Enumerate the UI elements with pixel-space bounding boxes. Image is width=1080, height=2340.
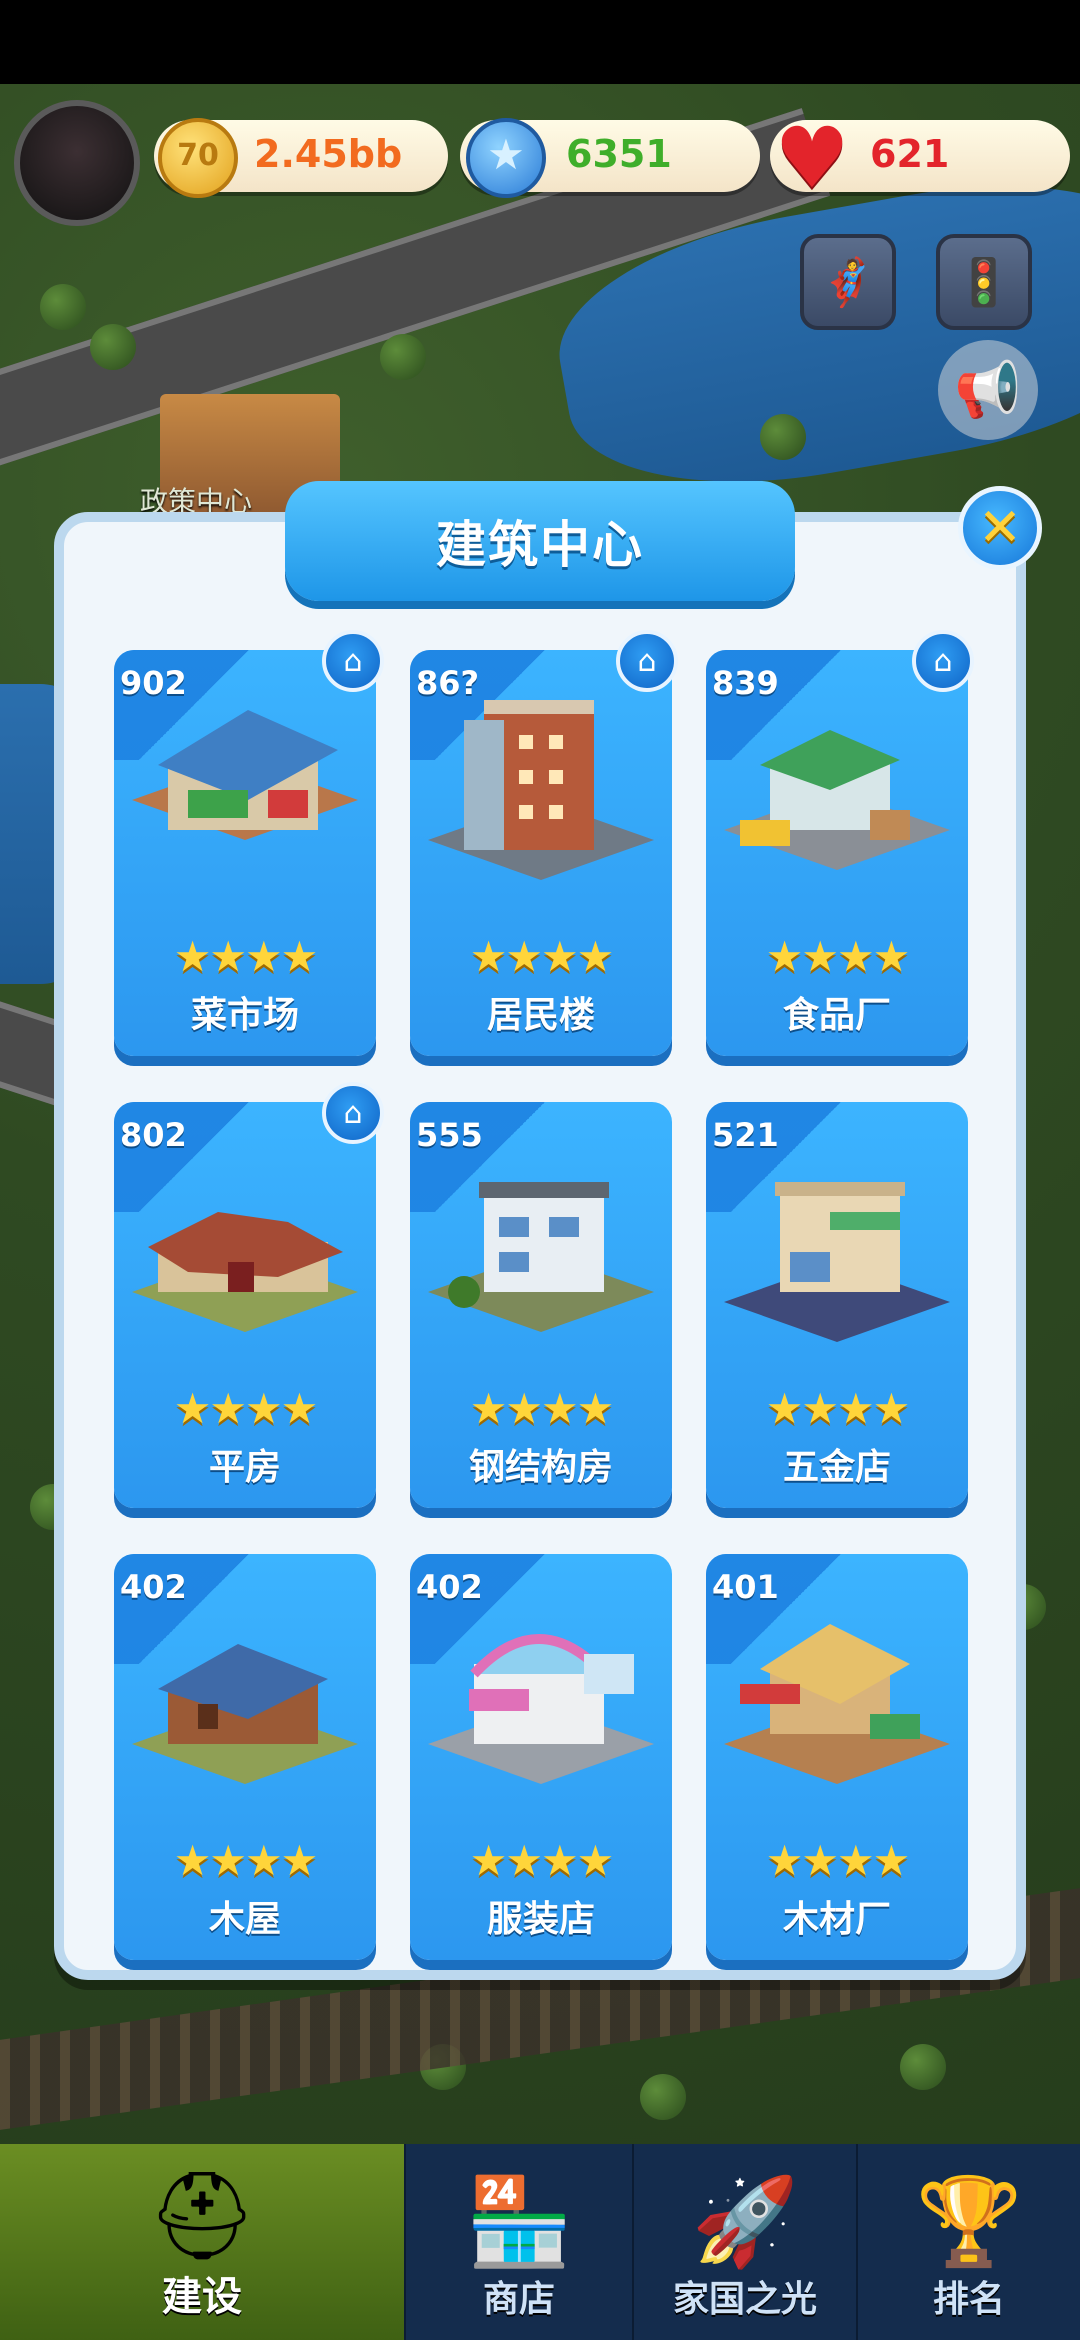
building-card[interactable]: 402 ★★★★ 木屋: [114, 1554, 376, 1960]
building-card[interactable]: 402 ★★★★ 服装店: [410, 1554, 672, 1960]
star-rating: ★★★★: [173, 1836, 319, 1885]
star-rating: ★★★★: [765, 1836, 911, 1885]
tab-ranking-label: 排名: [932, 2279, 1005, 2320]
tree: [380, 334, 426, 380]
building-card[interactable]: 902 ★★★★ 菜市场: [114, 650, 376, 1056]
clothing-store-illustration: [428, 1634, 654, 1784]
tab-build[interactable]: ⛑ 建设: [0, 2144, 404, 2340]
tree: [90, 324, 136, 370]
home-icon: ⌂: [322, 630, 384, 692]
lumber-mill-illustration: [724, 1624, 950, 1784]
tab-national-glory-label: 家国之光: [672, 2279, 817, 2320]
tree: [760, 414, 806, 460]
tab-build-label: 建设: [162, 2274, 242, 2320]
hard-hat-icon: ⛑: [147, 2166, 257, 2266]
tab-ranking[interactable]: 🏆 排名: [858, 2144, 1080, 2340]
hardware-store-illustration: [724, 1182, 950, 1342]
building-card[interactable]: 521 ★★★★ 五金店: [706, 1102, 968, 1508]
star-rating: ★★★★: [469, 1384, 615, 1433]
star-rating: ★★★★: [173, 1384, 319, 1433]
tab-shop[interactable]: 🏪 商店: [406, 2144, 632, 2340]
gem-icon: [466, 118, 546, 198]
building-card[interactable]: 802 ★★★★ 平房: [114, 1102, 376, 1508]
building-card[interactable]: 555 ★★★★ 钢结构房: [410, 1102, 672, 1508]
star-rating: ★★★★: [765, 932, 911, 981]
tree: [640, 2074, 686, 2120]
rocket-icon: 🚀: [691, 2172, 799, 2272]
tree: [900, 2044, 946, 2090]
player-avatar[interactable]: [14, 100, 140, 226]
heart-value: 621: [870, 132, 950, 176]
building-name: 服装店: [486, 1899, 595, 1940]
steel-house-illustration: [428, 1182, 654, 1332]
building-name: 木屋: [208, 1899, 281, 1940]
gem-value: 6351: [566, 132, 672, 176]
building-name: 居民楼: [486, 995, 595, 1036]
building-name: 钢结构房: [468, 1447, 613, 1488]
podium-icon: 🏆: [915, 2172, 1023, 2272]
coin-value: 2.45bb: [254, 132, 403, 176]
home-icon: ⌂: [912, 630, 974, 692]
coin-icon: [158, 118, 238, 198]
tree: [40, 284, 86, 330]
building-name: 五金店: [782, 1447, 891, 1488]
star-rating: ★★★★: [173, 932, 319, 981]
apartment-illustration: [428, 700, 654, 880]
building-card[interactable]: 839 ★★★★ 食品厂: [706, 650, 968, 1056]
building-card[interactable]: 86? ★★★★ 居民楼: [410, 650, 672, 1056]
building-name: 木材厂: [782, 1899, 891, 1940]
modal-title: 建筑中心: [436, 516, 644, 574]
food-factory-illustration: [724, 730, 950, 870]
building-name: 平房: [208, 1447, 281, 1488]
home-icon: ⌂: [322, 1082, 384, 1144]
market-illustration: [132, 710, 358, 840]
home-icon: ⌂: [616, 630, 678, 692]
bottom-nav: ⛑ 建设 🏪 商店 🚀 家国之光 🏆 排名: [0, 2144, 1080, 2340]
tab-national-glory[interactable]: 🚀 家国之光: [634, 2144, 856, 2340]
status-bar: [0, 0, 1080, 84]
bungalow-illustration: [132, 1212, 358, 1332]
event-button[interactable]: 🦸: [800, 234, 896, 330]
heart-icon: ♥: [774, 109, 850, 207]
wooden-house-illustration: [132, 1644, 358, 1784]
megaphone-icon[interactable]: 📢: [938, 340, 1038, 440]
shop-icon: 🏪: [465, 2172, 573, 2272]
tab-shop-label: 商店: [482, 2279, 555, 2320]
star-rating: ★★★★: [469, 1836, 615, 1885]
star-rating: ★★★★: [469, 932, 615, 981]
building-card[interactable]: 401 ★★★★ 木材厂: [706, 1554, 968, 1960]
building-name: 菜市场: [190, 995, 299, 1036]
star-rating: ★★★★: [765, 1384, 911, 1433]
building-name: 食品厂: [782, 995, 891, 1036]
close-button[interactable]: ✕: [958, 486, 1042, 570]
modal-title-banner: 建筑中心: [285, 481, 795, 601]
traffic-button[interactable]: 🚦: [936, 234, 1032, 330]
